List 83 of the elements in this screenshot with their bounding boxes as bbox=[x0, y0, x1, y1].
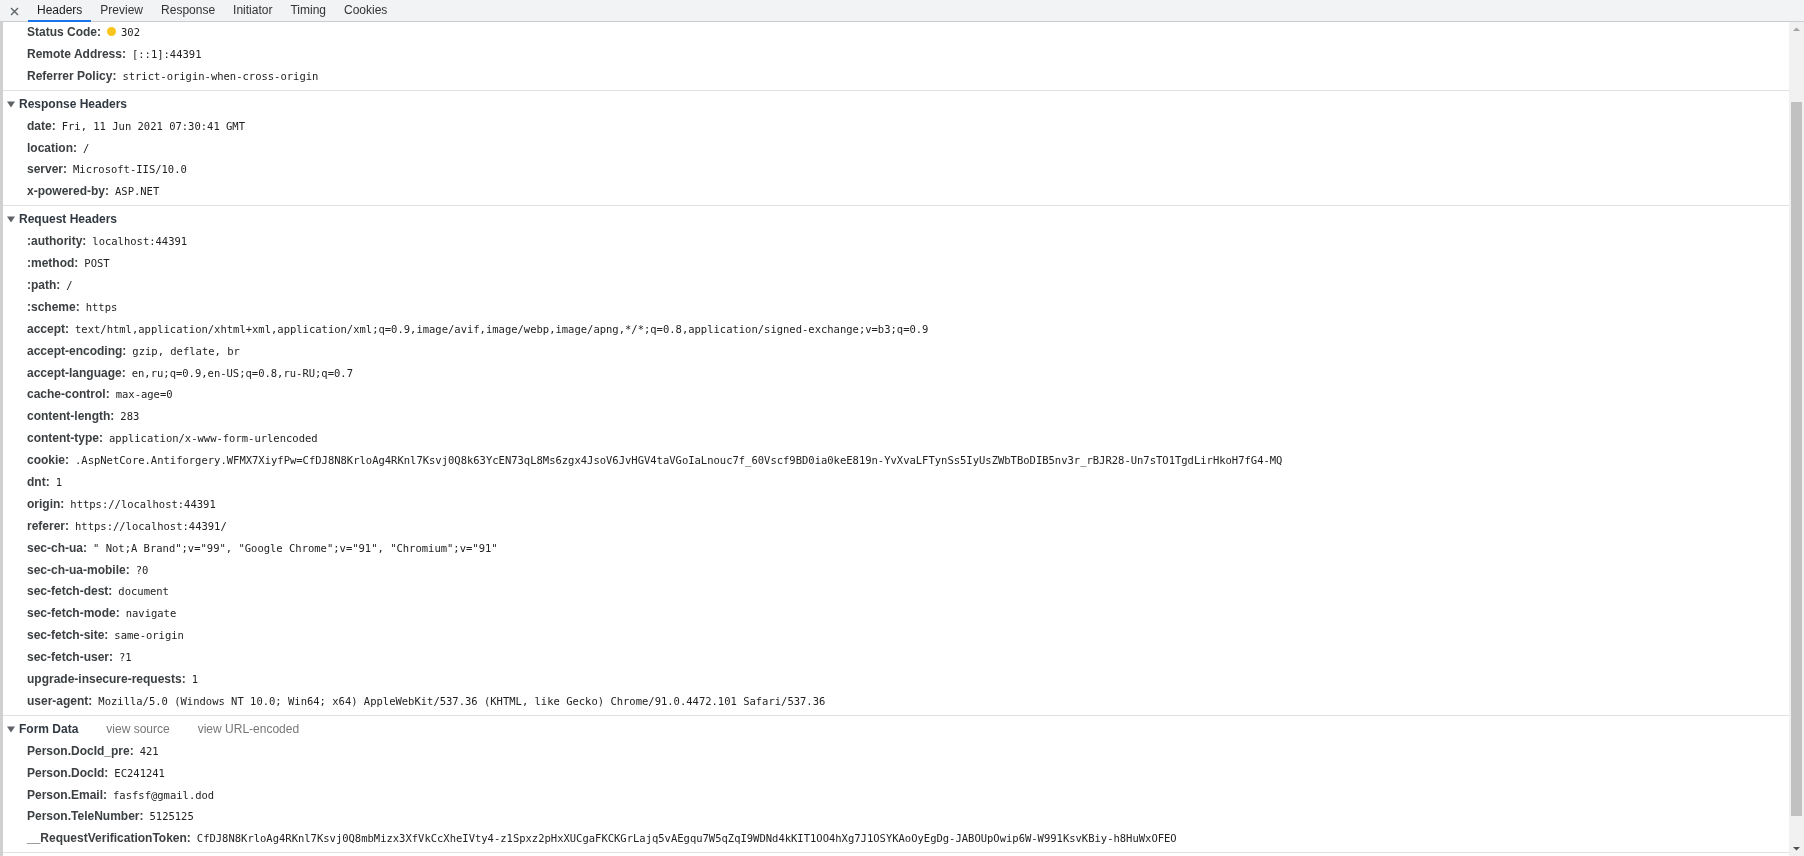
header-value: EC241241 bbox=[114, 766, 165, 779]
header-value: en,ru;q=0.9,en-US;q=0.8,ru-RU;q=0.7 bbox=[131, 366, 353, 379]
header-name: accept: bbox=[27, 321, 70, 336]
header-value: 1 bbox=[191, 673, 199, 685]
header-name: upgrade-insecure-requests: bbox=[27, 672, 186, 686]
tab[interactable]: Initiator bbox=[224, 0, 282, 22]
header-value: Mozilla/5.0 (Windows NT 10.0; Win64; x64) AppleWebKit/537.36 (KHTML, like Gecko) Chrome/91.0.4472.101 Safari/537.36 bbox=[98, 694, 826, 707]
expand-triangle-icon[interactable] bbox=[7, 724, 15, 733]
header-value: [::1]:44391 bbox=[131, 47, 202, 60]
header-name: Remote Address: bbox=[27, 46, 126, 61]
header-name: Person.Email: bbox=[27, 787, 108, 802]
tab[interactable]: Cookies bbox=[335, 0, 397, 22]
header-value: POST bbox=[84, 257, 110, 270]
view-link[interactable]: view URL-encoded bbox=[197, 721, 300, 736]
header-value: " Not;A Brand";v="99", "Google Chrome";v="91", "Chromium";v="91" bbox=[93, 541, 498, 554]
header-name: Person.DocId: bbox=[27, 765, 109, 780]
header-name: :method: bbox=[27, 256, 79, 271]
tab[interactable]: Timing bbox=[281, 0, 335, 22]
header-name: cookie: bbox=[27, 453, 69, 468]
header-name: sec-fetch-site: bbox=[27, 628, 109, 643]
header-name: sec-fetch-dest: bbox=[27, 584, 113, 599]
header-value: 302 bbox=[121, 25, 140, 38]
header-value: Fri, 11 Jun 2021 07:30:41 GMT bbox=[61, 119, 245, 132]
header-name: x-powered-by: bbox=[27, 184, 109, 199]
header-value: https bbox=[85, 300, 118, 313]
header-name: Person.DocId_pre: bbox=[27, 743, 134, 758]
header-name: Person.TeleNumber: bbox=[27, 809, 144, 824]
header-value: https://localhost:44391 bbox=[70, 497, 216, 510]
tab[interactable]: Preview bbox=[91, 0, 153, 22]
tab[interactable]: Response bbox=[152, 0, 225, 22]
header-value: / bbox=[83, 141, 90, 154]
header-value: gzip, deflate, br bbox=[132, 344, 240, 357]
header-value: strict-origin-when-cross-origin bbox=[122, 69, 319, 82]
section-title[interactable]: Form Data bbox=[19, 721, 79, 736]
header-name: user-agent: bbox=[27, 693, 93, 708]
expand-triangle-icon[interactable] bbox=[7, 99, 15, 108]
header-value: 283 bbox=[120, 410, 140, 423]
scrollbar[interactable] bbox=[1789, 22, 1804, 856]
header-name: sec-ch-ua-mobile: bbox=[27, 562, 130, 577]
header-value: CfDJ8N8KrloAg4RKnl7Ksvj0Q8mbMizx3XfVkCcXheIVty4-z1Spxz2pHxXUCgaFKCKGrLajq5vAEgqu7W5qZqI9WDNd4kKIT1OO4hXg7J1OSYKAoOyEgDg-JABOUpOwip6W-W991KsvKBiy-h8HuWxOFEO bbox=[196, 832, 1177, 845]
header-value: same-origin bbox=[114, 629, 184, 642]
header-value: document bbox=[118, 585, 169, 598]
header-name: dnt: bbox=[27, 474, 50, 489]
header-value: / bbox=[66, 278, 73, 291]
header-value: text/html,application/xhtml+xml,application/xml;q=0.9,image/avif,image/webp,image/apng,*/*;q=0.8,application/signed-exchange;v=b3;q=0.9 bbox=[75, 322, 929, 335]
header-name: content-length: bbox=[27, 409, 115, 424]
header-value: https://localhost:44391/ bbox=[75, 519, 227, 532]
header-name: accept-language: bbox=[27, 365, 126, 380]
header-value: 1 bbox=[55, 475, 62, 488]
header-name: __RequestVerificationToken: bbox=[27, 831, 191, 846]
header-name: sec-fetch-user: bbox=[27, 650, 114, 665]
header-name: :path: bbox=[27, 277, 61, 292]
tab[interactable]: Headers bbox=[28, 0, 92, 22]
header-value: application/x-www-form-urlencoded bbox=[109, 432, 318, 445]
header-name: date: bbox=[27, 118, 56, 133]
header-value: ?0 bbox=[135, 563, 149, 576]
header-name: Referrer Policy: bbox=[27, 68, 117, 83]
header-value: Microsoft-IIS/10.0 bbox=[73, 163, 187, 176]
header-name: origin: bbox=[27, 496, 65, 511]
header-name: :scheme: bbox=[27, 299, 80, 314]
expand-triangle-icon[interactable] bbox=[7, 215, 15, 224]
header-name: cache-control: bbox=[27, 387, 110, 402]
header-name: sec-ch-ua: bbox=[27, 540, 88, 555]
header-name: :authority: bbox=[27, 234, 87, 249]
header-value: 421 bbox=[139, 744, 159, 757]
header-value: max-age=0 bbox=[115, 388, 173, 401]
header-value: ?1 bbox=[119, 651, 132, 664]
header-name: Status Code: bbox=[27, 24, 101, 39]
header-name: content-type: bbox=[27, 431, 103, 446]
header-name: server: bbox=[27, 162, 68, 177]
section-title[interactable]: Request Headers bbox=[19, 212, 118, 227]
header-name: location: bbox=[27, 140, 77, 155]
section-title[interactable]: Response Headers bbox=[19, 96, 128, 111]
header-name: sec-fetch-mode: bbox=[27, 606, 120, 621]
header-value: navigate bbox=[125, 607, 177, 620]
header-value: localhost:44391 bbox=[92, 235, 188, 248]
header-name: referer: bbox=[27, 518, 70, 533]
header-value: fasfsf@gmail.dod bbox=[113, 788, 215, 801]
view-link[interactable]: view source bbox=[106, 721, 170, 736]
header-name: accept-encoding: bbox=[27, 343, 127, 358]
header-value: ASP.NET bbox=[115, 185, 160, 198]
header-value: 5125125 bbox=[149, 810, 194, 823]
header-value: .AspNetCore.Antiforgery.WFMX7XiyfPw=CfDJ8N8KrloAg4RKnl7Ksvj0Q8k63YcEN73qL8Ms6zgx4JsoV6JvHGV4taVGoIaLnouc7f_60Vscf9BD0ia0keE819n-YvXvaLFTynSs5IyUsZWbTBoDIB5nv3r_rBJR28-Un7sTO1TgdLirHkoH7fG4-MQ bbox=[75, 454, 1283, 467]
